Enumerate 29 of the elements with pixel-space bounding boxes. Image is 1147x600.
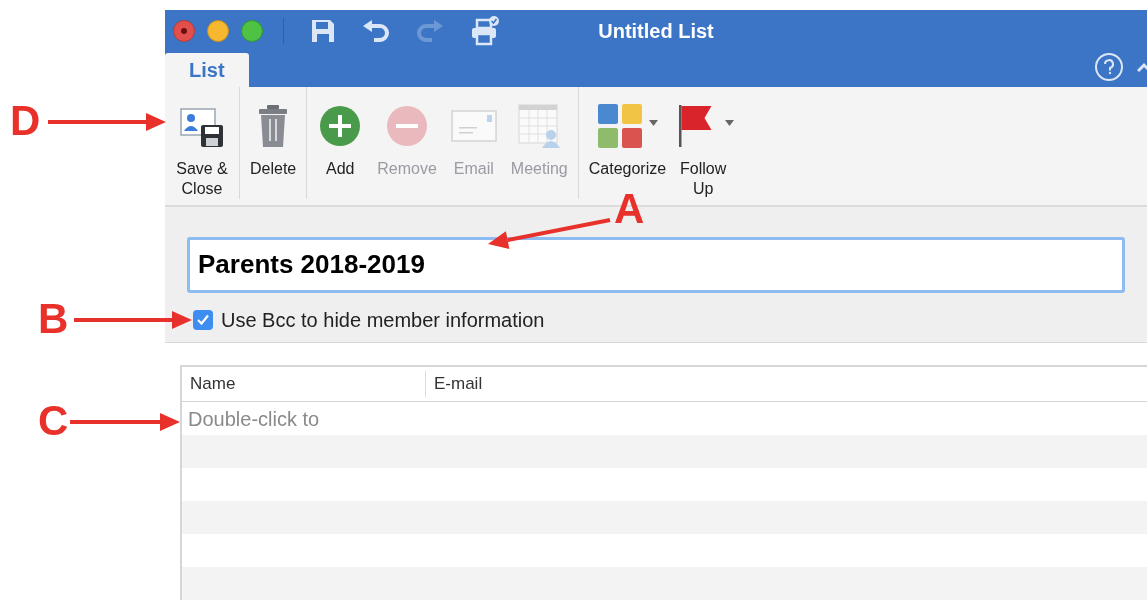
ribbon-tab[interactable]: List — [165, 52, 249, 87]
callout-letter: B — [38, 298, 69, 340]
caret-icon — [724, 119, 734, 126]
minimize-button[interactable] — [207, 19, 229, 42]
checkbox-label: Use Bcc to hide member information — [221, 307, 545, 333]
column-header[interactable]: Name — [182, 371, 426, 397]
zoom-button[interactable] — [241, 19, 263, 42]
callout-letter: C — [38, 400, 69, 442]
collapse-icon[interactable] — [1137, 61, 1147, 72]
toolbar-button[interactable]: Add — [311, 86, 370, 179]
column-header[interactable]: E-mail — [426, 371, 491, 397]
window-title: Untitled List — [598, 18, 714, 44]
save-icon[interactable] — [310, 17, 336, 44]
close-button[interactable] — [173, 19, 195, 42]
calendar-person-icon — [516, 102, 563, 149]
help-icon[interactable] — [1095, 52, 1123, 81]
color-squares-icon — [596, 102, 643, 149]
undo-icon[interactable] — [362, 19, 390, 42]
toolbar-button[interactable]: Categorize — [582, 86, 673, 179]
list-name-field[interactable]: Parents 2018-2019 — [187, 236, 1125, 293]
checkbox[interactable] — [193, 309, 213, 330]
caret-icon — [648, 119, 658, 126]
table-hint: Double-click to — [187, 406, 321, 432]
toolbar-button[interactable]: Save & Close — [169, 86, 235, 199]
printer-icon[interactable] — [470, 15, 500, 46]
toolbar-button[interactable]: Delete — [244, 86, 303, 179]
toolbar-button[interactable]: Follow Up — [674, 86, 733, 199]
callout-letter: D — [10, 100, 41, 142]
callout-letter: A — [614, 188, 645, 230]
